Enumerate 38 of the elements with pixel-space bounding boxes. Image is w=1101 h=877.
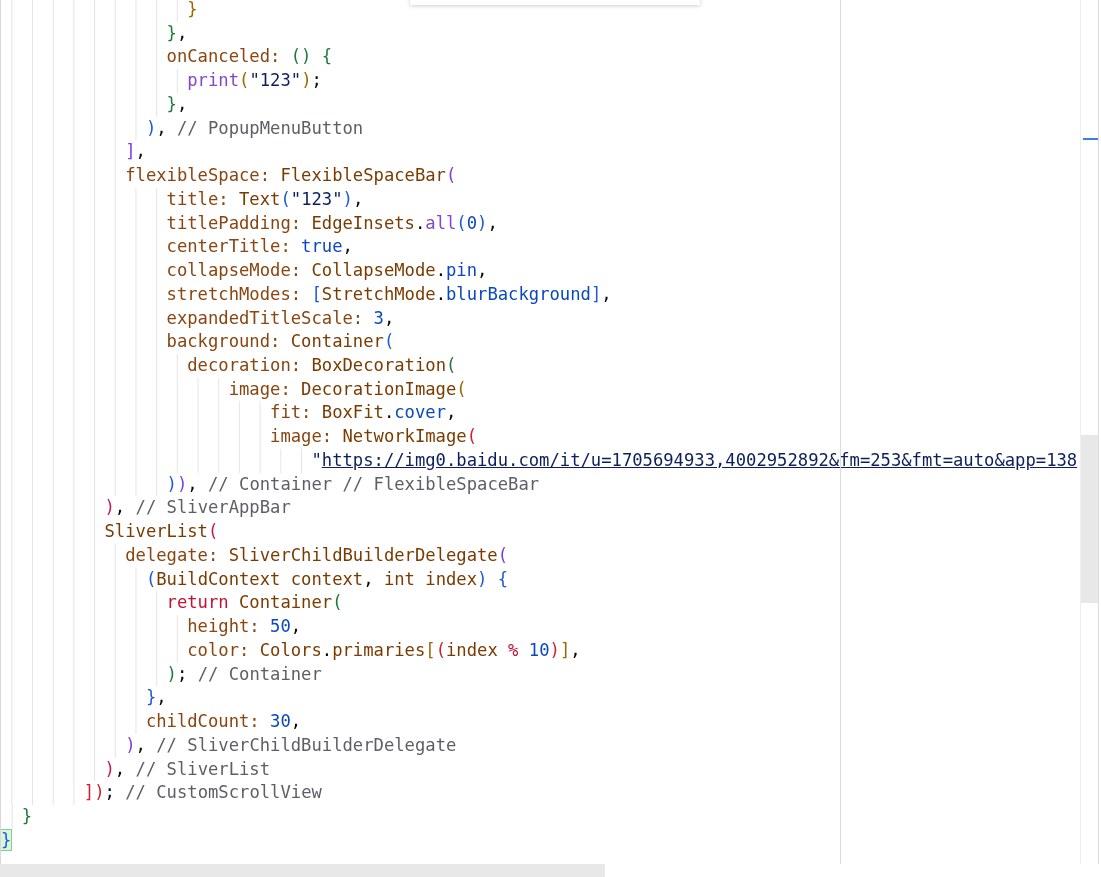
code-line: ), // SliverList	[104, 757, 271, 781]
code-line: image: DecorationImage(	[228, 377, 467, 401]
code-line: }	[187, 0, 198, 21]
code-line: centerTitle: true,	[166, 235, 353, 259]
code-line: collapseMode: CollapseMode.pin,	[166, 259, 488, 283]
code-line: childCount: 30,	[145, 710, 302, 734]
code-line: (BuildContext context, int index) {	[145, 567, 509, 591]
code-line: decoration: BoxDecoration(	[187, 354, 457, 377]
code-line: stretchModes: [StretchMode.blurBackground],	[166, 282, 612, 306]
code-line: title: Text("123"),	[166, 187, 364, 211]
code-line: SliverList(	[104, 520, 219, 544]
code-line: )), // Container // FlexibleSpaceBar	[166, 472, 540, 496]
code-line: },	[166, 21, 188, 45]
code-line: return Container(	[166, 591, 343, 615]
code-line: color: Colors.primaries[(index % 10)],	[187, 638, 581, 662]
code-line: },	[145, 686, 167, 710]
scrollbar-thumb[interactable]	[1081, 435, 1098, 603]
code-line: ); // Container	[166, 662, 322, 686]
code-line: ), // SliverAppBar	[104, 496, 291, 520]
code-line: "https://img0.baidu.com/it/u=1705694933,4002952892&fm=253&fmt=auto&app=138	[311, 448, 1078, 472]
code-line: },	[166, 92, 188, 116]
code-line: titlePadding: EdgeInsets.all(0),	[166, 211, 498, 235]
code-line: background: Container(	[166, 330, 395, 354]
code-line: height: 50,	[187, 615, 302, 639]
code-line: print("123");	[187, 69, 322, 93]
code-line: ), // SliverChildBuilderDelegate	[125, 733, 457, 757]
code-line: fit: BoxFit.cover,	[270, 401, 457, 425]
code-line: delegate: SliverChildBuilderDelegate(	[125, 543, 509, 567]
code-line: }	[21, 804, 33, 828]
scroll-marker	[1083, 138, 1098, 140]
code-line: flexibleSpace: FlexibleSpaceBar(	[125, 164, 457, 188]
code-line: ]); // CustomScrollView	[83, 781, 322, 805]
code-line: image: NetworkImage(	[270, 425, 478, 449]
code-line: onCanceled: () {	[166, 45, 333, 69]
code-line: ), // PopupMenuButton	[145, 116, 364, 140]
code-line: ],	[125, 140, 146, 164]
scrollbar-thumb[interactable]	[0, 864, 605, 877]
code-line: expandedTitleScale: 3,	[166, 306, 395, 330]
